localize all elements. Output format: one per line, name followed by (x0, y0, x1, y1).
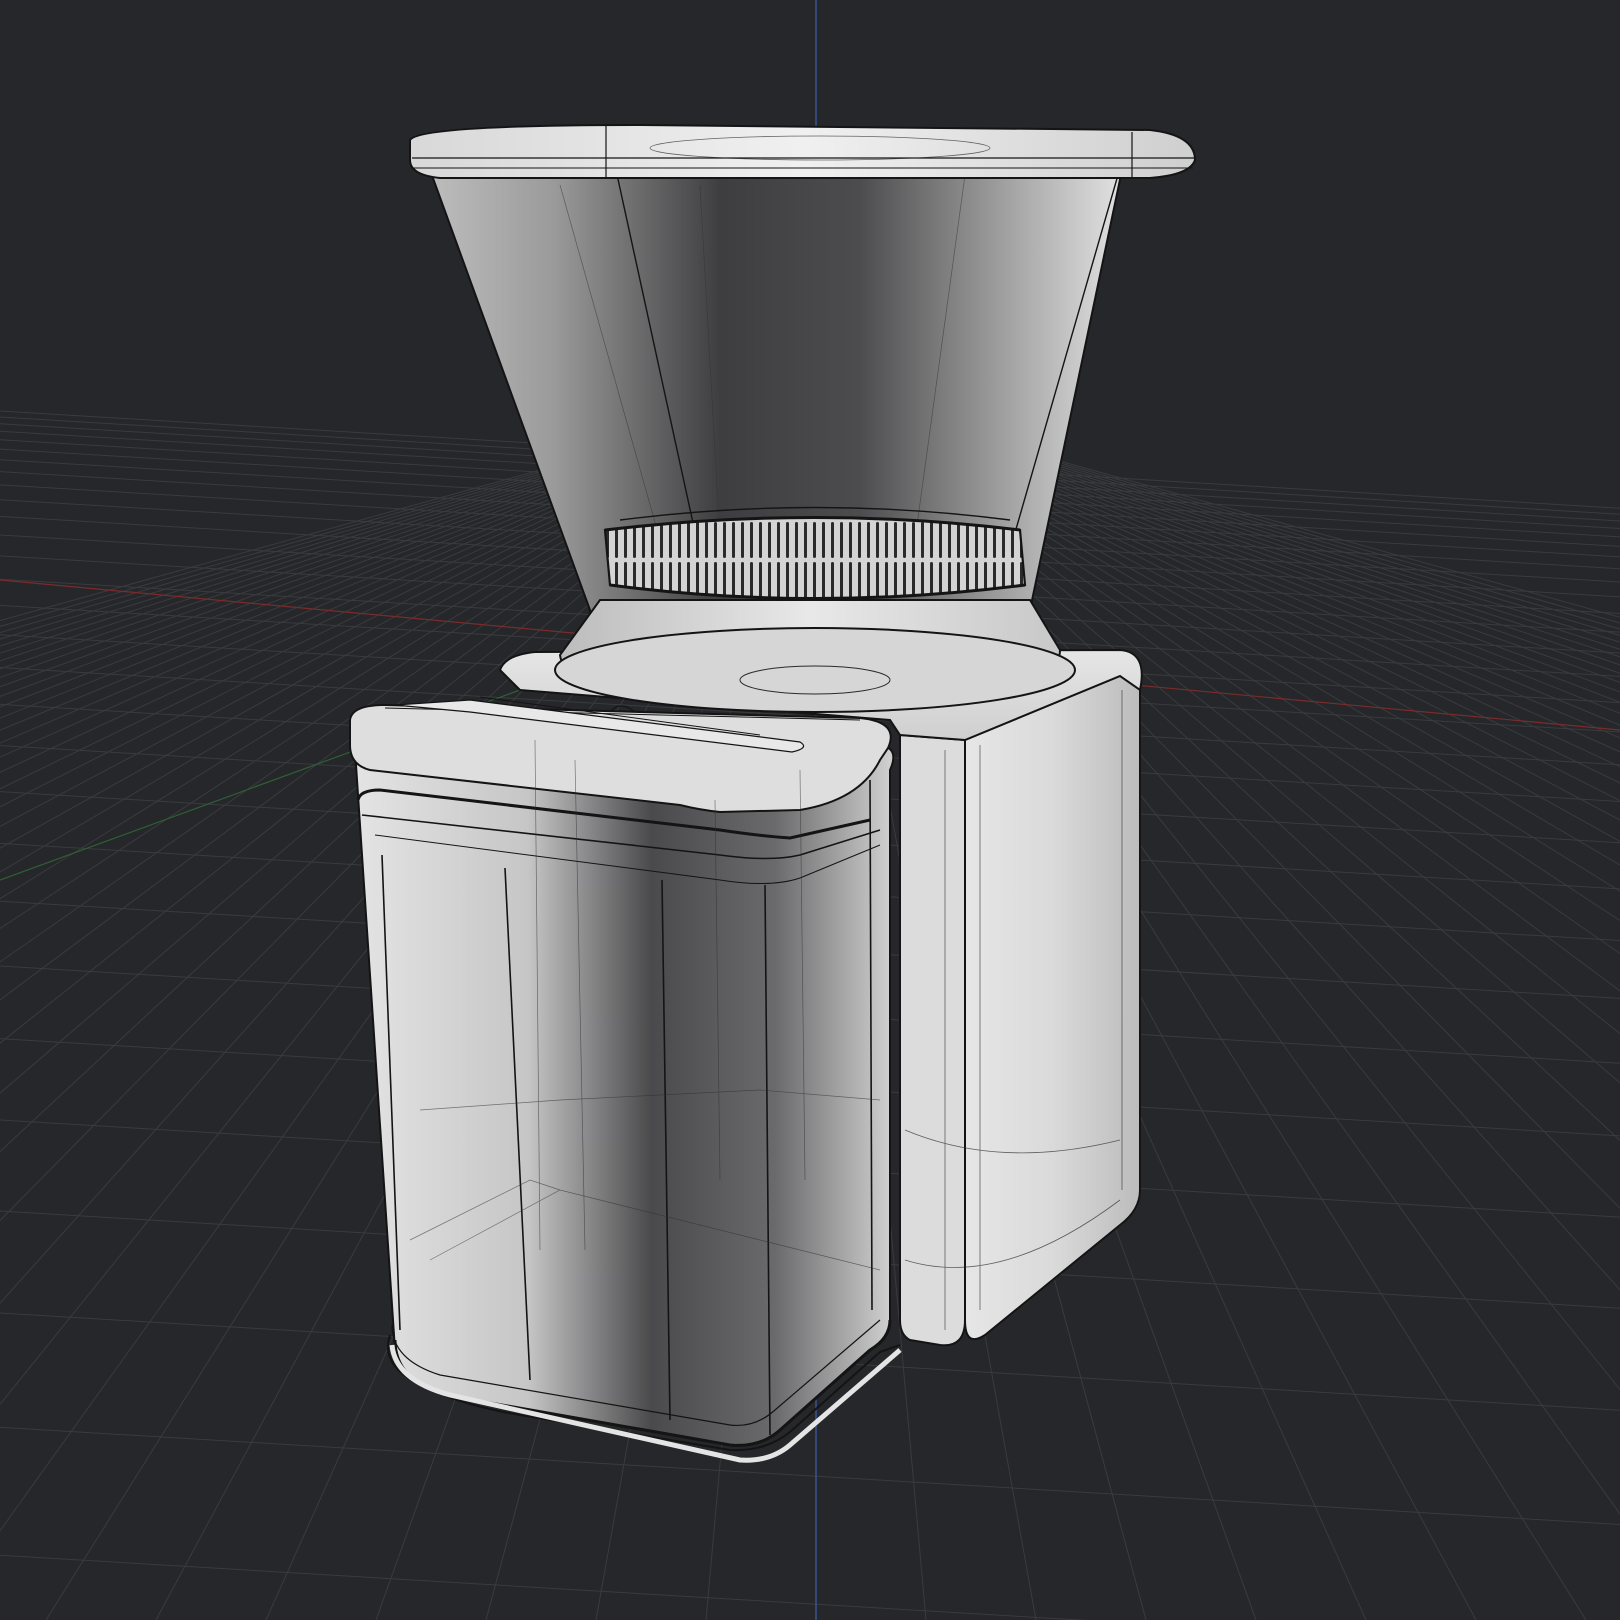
grid-line (0, 1554, 1088, 1620)
grid-line (0, 1426, 1620, 1525)
hopper[interactable] (409, 123, 1197, 713)
3d-viewport[interactable] (0, 0, 1620, 1620)
grounds-container[interactable] (349, 696, 902, 1463)
